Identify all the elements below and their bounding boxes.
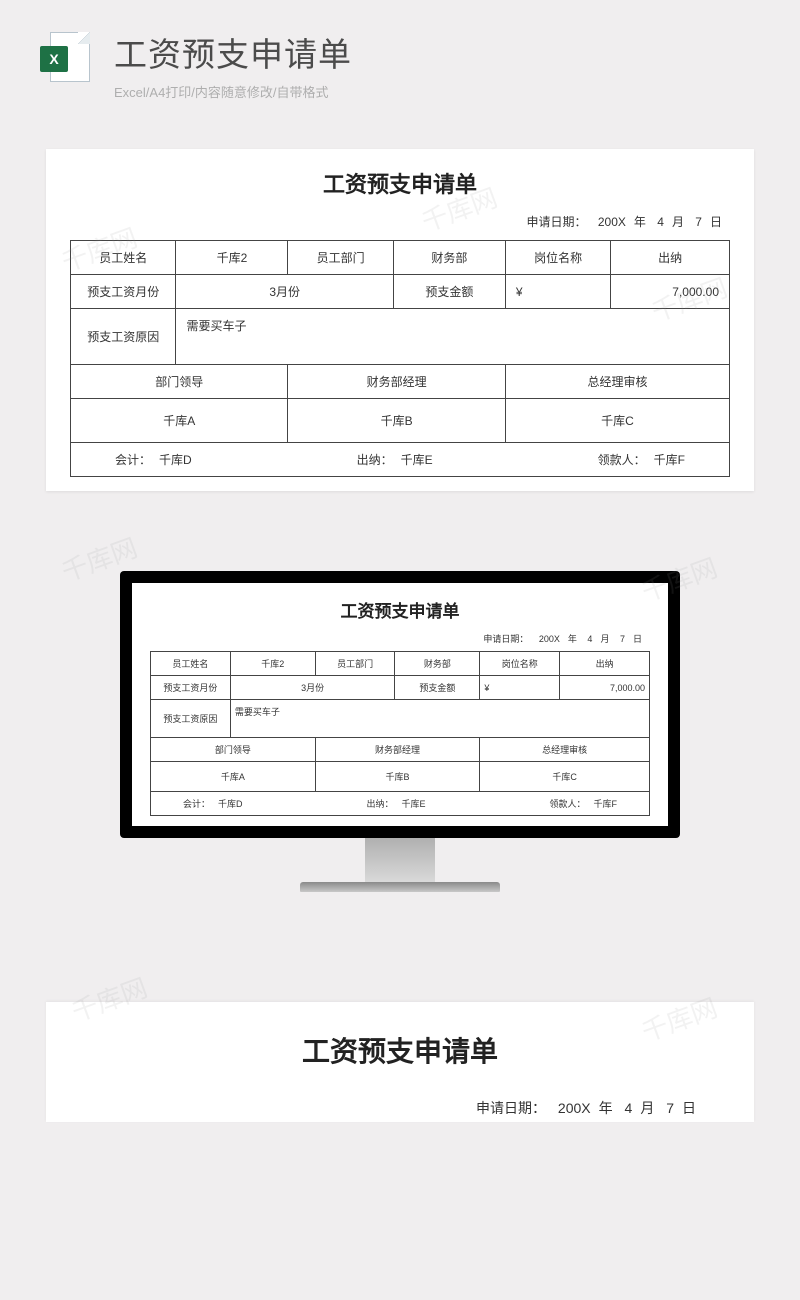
value-emp-dept: 财务部 [393, 241, 505, 275]
label-finance-mgr: 财务部经理 [288, 365, 505, 399]
value-advance-amount: 7,000.00 [611, 275, 730, 309]
currency-symbol: ¥ [505, 275, 610, 309]
label-advance-amount: 预支金额 [393, 275, 505, 309]
value-advance-month: 3月份 [176, 275, 393, 309]
value-finance-mgr: 千库B [288, 399, 505, 443]
form-title: 工资预支申请单 [70, 167, 730, 199]
monitor-base [300, 882, 500, 892]
bottom-preview-card: 工资预支申请单 申请日期： 200X年 4月 7日 [46, 1002, 754, 1122]
monitor-screen: 工资预支申请单 申请日期： 200X年 4月 7日 员工姓名 千库2 员工部门 … [120, 571, 680, 838]
form-footer-monitor: 会计：千库D 出纳：千库E 领款人：千库F [150, 792, 650, 816]
monitor-stand [365, 838, 435, 882]
value-emp-name: 千库2 [176, 241, 288, 275]
form-title-monitor: 工资预支申请单 [150, 597, 650, 622]
label-advance-month: 预支工资月份 [71, 275, 176, 309]
form-title-bottom: 工资预支申请单 [96, 1030, 704, 1070]
label-gm-review: 总经理审核 [505, 365, 729, 399]
application-date: 申请日期： 200X年 4月 7日 [70, 213, 730, 230]
header-text: 工资预支申请单 Excel/A4打印/内容随意修改/自带格式 [114, 28, 352, 101]
value-dept-leader: 千库A [71, 399, 288, 443]
label-reason: 预支工资原因 [71, 309, 176, 365]
label-dept-leader: 部门领导 [71, 365, 288, 399]
value-reason: 需要买车子 [176, 309, 730, 365]
form-footer: 会计：千库D 出纳：千库E 领款人：千库F [70, 443, 730, 477]
application-table-monitor: 员工姓名 千库2 员工部门 财务部 岗位名称 出纳 预支工资月份 3月份 预支金… [150, 651, 650, 792]
value-gm-review: 千库C [505, 399, 729, 443]
page-header: X 工资预支申请单 Excel/A4打印/内容随意修改/自带格式 [0, 0, 800, 119]
label-position: 岗位名称 [505, 241, 610, 275]
application-date-monitor: 申请日期： 200X年 4月 7日 [150, 632, 650, 645]
page-subtitle: Excel/A4打印/内容随意修改/自带格式 [114, 82, 352, 101]
label-emp-dept: 员工部门 [288, 241, 393, 275]
application-date-bottom: 申请日期： 200X年 4月 7日 [96, 1098, 704, 1118]
monitor-mockup: 工资预支申请单 申请日期： 200X年 4月 7日 员工姓名 千库2 员工部门 … [120, 571, 680, 892]
form-preview-card: 工资预支申请单 申请日期： 200X年 4月 7日 员工姓名 千库2 员工部门 … [46, 149, 754, 491]
value-position: 出纳 [611, 241, 730, 275]
excel-icon: X [40, 32, 94, 86]
label-emp-name: 员工姓名 [71, 241, 176, 275]
application-table: 员工姓名 千库2 员工部门 财务部 岗位名称 出纳 预支工资月份 3月份 预支金… [70, 240, 730, 443]
page-title: 工资预支申请单 [114, 28, 352, 76]
